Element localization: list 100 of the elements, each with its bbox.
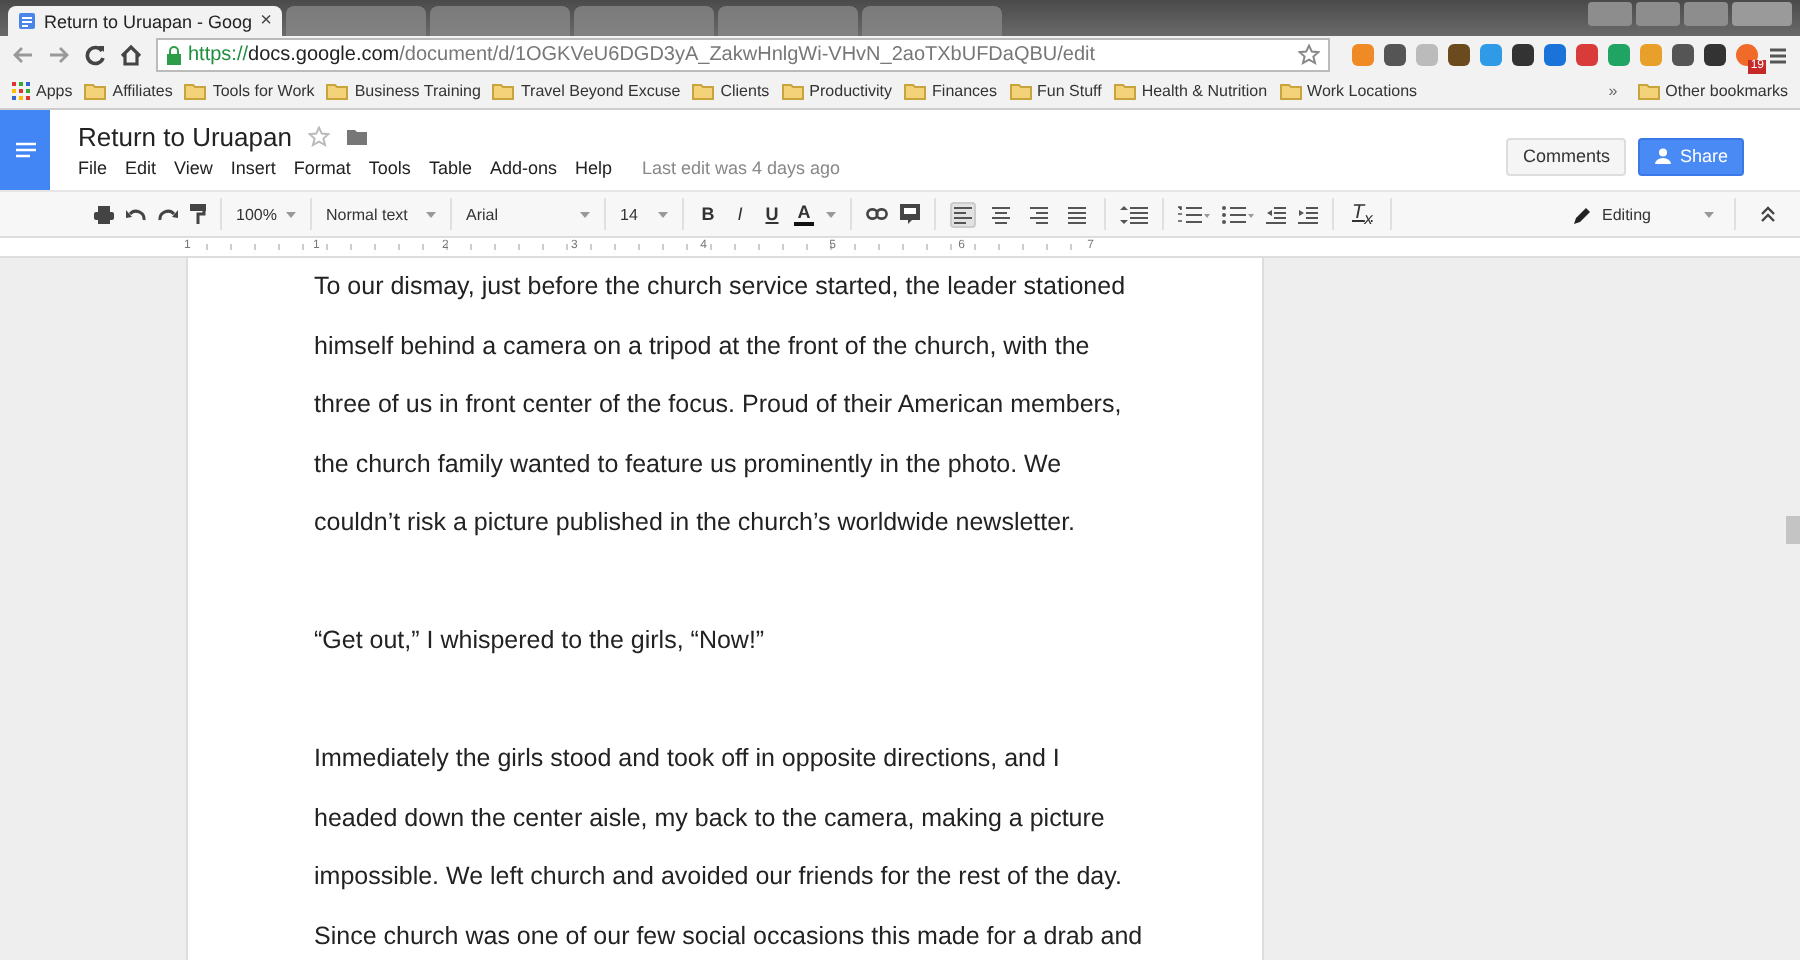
text-line: headed down the center aisle, my back to the camera, making a picture bbox=[314, 801, 1105, 836]
menu-item[interactable]: Insert bbox=[230, 158, 276, 178]
menu-item[interactable]: Add-ons bbox=[489, 158, 557, 178]
text-line: couldn’t risk a picture published in the church’s worldwide newsletter. bbox=[314, 506, 1076, 540]
bookmark-folder[interactable]: Tools for Work bbox=[180, 82, 319, 100]
menu-item[interactable]: File bbox=[78, 158, 108, 178]
paint-roller-icon[interactable] bbox=[190, 204, 206, 224]
bookmark-folder[interactable]: Other bookmarks bbox=[1633, 82, 1792, 100]
more-bookmarks-button[interactable]: » bbox=[1608, 82, 1618, 100]
star-icon[interactable] bbox=[1298, 44, 1320, 66]
comments-button[interactable]: Comments bbox=[1506, 137, 1626, 175]
forward-icon[interactable] bbox=[48, 46, 70, 64]
folder-icon bbox=[692, 82, 715, 100]
collapse-icon[interactable] bbox=[1760, 206, 1776, 222]
bookmark-folder[interactable]: Travel Beyond Excuse bbox=[488, 82, 685, 100]
undo-icon[interactable] bbox=[126, 207, 146, 221]
print-icon[interactable] bbox=[94, 205, 114, 223]
comment-icon[interactable] bbox=[900, 204, 920, 224]
caret-icon bbox=[286, 211, 296, 217]
reload-icon[interactable] bbox=[84, 44, 106, 66]
home-icon[interactable] bbox=[120, 44, 142, 66]
menu-item[interactable]: Edit bbox=[125, 158, 157, 178]
decrease-indent-icon[interactable] bbox=[1266, 205, 1286, 223]
menu-item[interactable]: View bbox=[174, 158, 213, 178]
folder-icon bbox=[1279, 82, 1302, 100]
bookmark-folder[interactable]: Business Training bbox=[322, 82, 485, 100]
align-right-button[interactable] bbox=[1026, 201, 1052, 227]
document-title[interactable]: Return to Uruapan bbox=[78, 122, 292, 152]
bookmark-folder[interactable]: Affiliates bbox=[80, 82, 177, 100]
bookmark-folder[interactable]: Productivity bbox=[777, 82, 897, 100]
extension-icon[interactable] bbox=[1512, 44, 1534, 66]
align-left-icon bbox=[954, 205, 972, 223]
link-icon[interactable] bbox=[866, 208, 888, 220]
close-icon[interactable]: × bbox=[260, 10, 272, 32]
back-icon[interactable] bbox=[12, 46, 34, 64]
clear-formatting-button[interactable]: T$_{x}$ bbox=[1348, 201, 1377, 227]
redo-icon[interactable] bbox=[158, 207, 178, 221]
text-line: Since church was one of our few social occasions this made for a drab and bbox=[314, 919, 1143, 953]
folder-icon bbox=[492, 82, 515, 100]
menu-item[interactable]: Table bbox=[428, 158, 472, 178]
format-italic-button[interactable]: I bbox=[730, 204, 750, 224]
text-line: impossible. We left church and avoided our friends for the rest of the day. bbox=[314, 860, 1122, 894]
bookmark-item[interactable]: Apps bbox=[8, 82, 77, 100]
text-line: himself behind a camera on a tripod at the front of the church, with the bbox=[314, 329, 1090, 364]
caret-icon bbox=[658, 211, 668, 217]
lock-icon bbox=[166, 45, 182, 65]
font-dropdown[interactable]: Arial bbox=[466, 205, 590, 223]
address-bar[interactable]: https://docs.google.com/document/d/1OGKVeU6DGD3yA_ZakwHnlgWi-VHvN_2aoTXbUFDaQBU/edit bbox=[156, 38, 1330, 72]
extension-icon[interactable] bbox=[1384, 44, 1406, 66]
format-bold-button[interactable]: B bbox=[698, 204, 718, 224]
style-dropdown[interactable]: Normal text bbox=[326, 205, 436, 223]
editing-mode-dropdown[interactable]: Editing bbox=[1574, 205, 1734, 223]
line-spacing-icon[interactable] bbox=[1120, 205, 1148, 223]
folder-icon bbox=[1637, 82, 1660, 100]
menu-icon bbox=[15, 142, 35, 158]
align-justify-icon bbox=[1068, 205, 1086, 223]
scrollbar-thumb[interactable] bbox=[1786, 516, 1800, 544]
extension-icon[interactable] bbox=[1704, 44, 1726, 66]
align-center-button[interactable] bbox=[988, 201, 1014, 227]
pencil-icon bbox=[1574, 205, 1592, 223]
numbered-list-icon[interactable] bbox=[1178, 205, 1210, 223]
bookmark-folder[interactable]: Finances bbox=[900, 82, 1001, 100]
star-icon[interactable] bbox=[307, 126, 330, 148]
bulleted-list-icon[interactable] bbox=[1222, 205, 1254, 223]
align-left-button[interactable] bbox=[950, 201, 976, 227]
bookmark-folder[interactable]: Health & Nutrition bbox=[1109, 82, 1272, 100]
caret-icon bbox=[426, 211, 436, 217]
bookmark-folder[interactable]: Fun Stuff bbox=[1005, 82, 1106, 100]
bookmark-folder[interactable]: Clients bbox=[688, 82, 774, 100]
text-line: Immediately the girls stood and took off in opposite directions, and I bbox=[314, 742, 1060, 776]
folder-icon[interactable] bbox=[345, 128, 368, 146]
menu-item[interactable]: Format bbox=[293, 158, 351, 178]
text-line: the church family wanted to feature us prominently in the photo. We bbox=[314, 447, 1062, 482]
align-center-icon bbox=[992, 205, 1010, 223]
extension-icon[interactable] bbox=[1672, 44, 1694, 66]
text-line: three of us in front center of the focus. Proud of their American members, bbox=[314, 388, 1122, 422]
extension-icon[interactable] bbox=[1448, 44, 1470, 66]
increase-indent-icon[interactable] bbox=[1298, 205, 1318, 223]
zoom-dropdown[interactable]: 100% bbox=[236, 205, 296, 223]
folder-icon bbox=[84, 82, 107, 100]
apps-grid-icon bbox=[12, 82, 30, 100]
folder-icon bbox=[184, 82, 207, 100]
caret-icon bbox=[1704, 211, 1714, 217]
caret-icon[interactable] bbox=[826, 211, 836, 217]
font-size-dropdown[interactable]: 14 bbox=[620, 205, 668, 223]
caret-icon bbox=[580, 211, 590, 217]
format-underline-button[interactable]: U bbox=[762, 204, 782, 224]
format-text-color-button[interactable]: A bbox=[794, 202, 814, 226]
docs-logo[interactable] bbox=[0, 110, 50, 190]
menu-icon[interactable] bbox=[1768, 45, 1788, 65]
last-edit-link[interactable]: Last edit was 4 days ago bbox=[642, 158, 841, 178]
align-justify-button[interactable] bbox=[1064, 201, 1090, 227]
text-line: To our dismay, just before the church service started, the leader stationed bbox=[314, 270, 1126, 304]
bookmark-folder[interactable]: Work Locations bbox=[1275, 82, 1422, 100]
menu-item[interactable]: Tools bbox=[368, 158, 411, 178]
browser-tab[interactable]: Return to Uruapan - Goog × bbox=[8, 6, 282, 36]
folder-icon bbox=[1113, 82, 1136, 100]
url-text: https://docs.google.com/document/d/1OGKVeU6DGD3yA_ZakwHnlgWi-VHvN_2aoTXbUFDaQBU/edit bbox=[188, 44, 1096, 66]
menu-item[interactable]: Help bbox=[574, 158, 612, 178]
person-icon bbox=[1653, 148, 1672, 164]
